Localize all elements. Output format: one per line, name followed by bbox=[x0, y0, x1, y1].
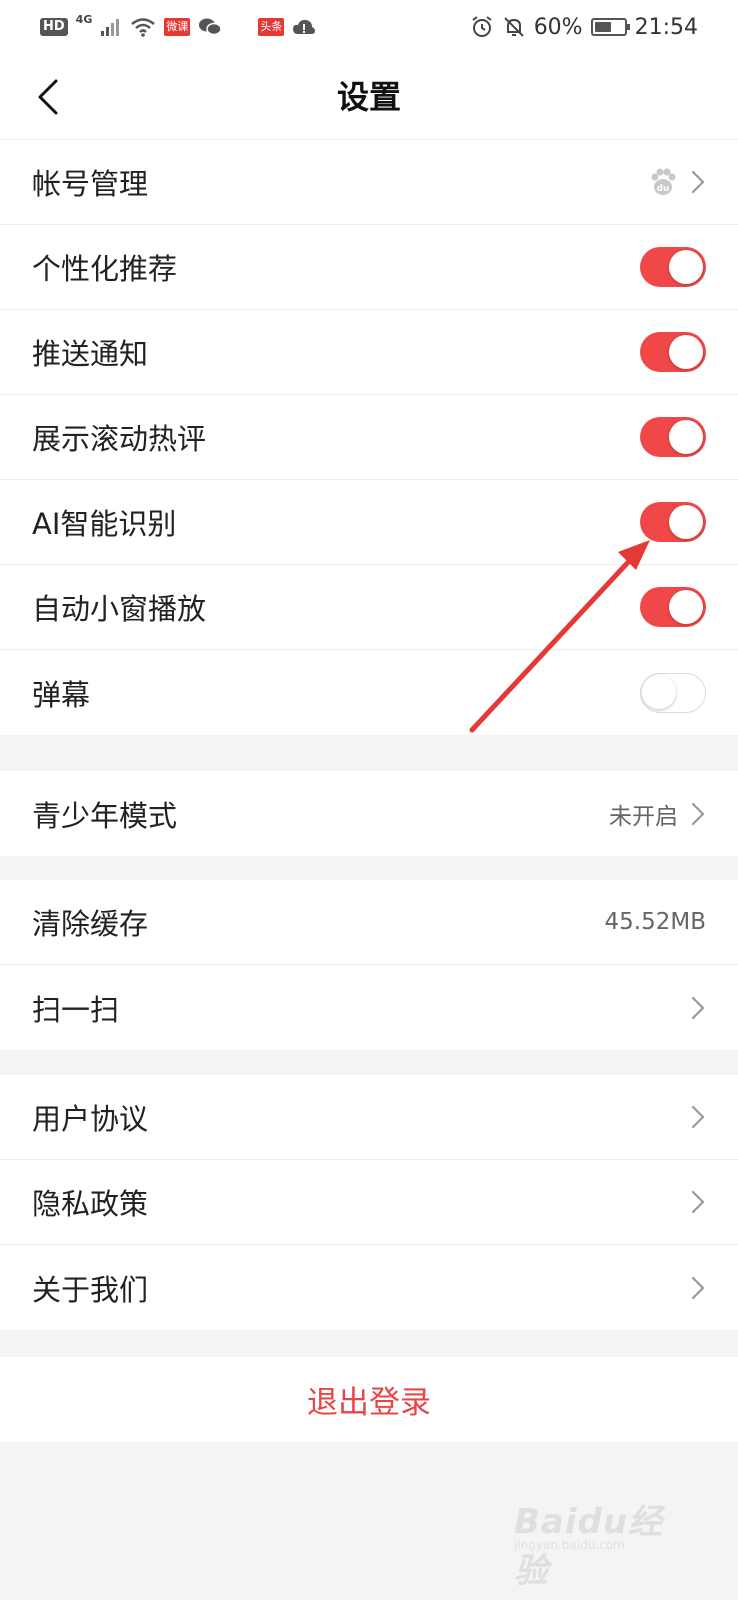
row-right: 45.52MB bbox=[605, 909, 706, 935]
back-arrow-icon bbox=[38, 79, 58, 115]
svg-text:du: du bbox=[657, 184, 670, 194]
account-management-row[interactable]: 帐号管理 du bbox=[0, 140, 738, 225]
row-label: 清除缓存 bbox=[32, 907, 149, 941]
cloud-alert-icon bbox=[293, 19, 316, 34]
scrolling-hot-comments-toggle[interactable] bbox=[640, 417, 706, 457]
toutiao-icon: 头条 bbox=[258, 18, 285, 36]
danmaku-toggle[interactable] bbox=[640, 672, 706, 713]
clock: 21:54 bbox=[634, 14, 698, 40]
mute-bell-icon bbox=[503, 17, 524, 37]
wifi-icon bbox=[131, 18, 156, 37]
chevron-right-icon bbox=[691, 1105, 705, 1129]
back-button[interactable] bbox=[28, 74, 68, 120]
watermark-url: jingyan.baidu.com bbox=[514, 1538, 625, 1552]
row-label: 关于我们 bbox=[32, 1272, 149, 1307]
chevron-right-icon bbox=[691, 802, 705, 825]
chevron-right-icon bbox=[691, 170, 705, 194]
battery-fill bbox=[594, 22, 612, 32]
push-notification-toggle[interactable] bbox=[640, 332, 706, 372]
row-right bbox=[690, 1104, 706, 1130]
row-right bbox=[690, 995, 706, 1021]
row-label: 隐私政策 bbox=[32, 1187, 149, 1221]
scrolling-hot-comments-row: 展示滚动热评 bbox=[0, 395, 738, 480]
row-right: du bbox=[648, 167, 706, 197]
personalized-recommendation-toggle[interactable] bbox=[640, 247, 706, 287]
wechat-icon bbox=[199, 18, 223, 36]
logout-button[interactable]: 退出登录 bbox=[0, 1357, 738, 1442]
scan-row[interactable]: 扫一扫 bbox=[0, 965, 738, 1050]
chevron-right-icon bbox=[691, 1276, 705, 1299]
signal-icon bbox=[101, 19, 120, 36]
network-type: 4G bbox=[75, 12, 93, 26]
privacy-policy-row[interactable]: 隐私政策 bbox=[0, 1160, 738, 1245]
baidu-paw-icon: du bbox=[651, 168, 676, 195]
about-us-row[interactable]: 关于我们 bbox=[0, 1245, 738, 1330]
row-label: 展示滚动热评 bbox=[32, 422, 207, 456]
row-right bbox=[690, 1275, 706, 1301]
row-right: 未开启 bbox=[609, 797, 706, 831]
toggle-knob bbox=[669, 250, 703, 284]
settings-group-about: 用户协议 隐私政策 关于我们 bbox=[0, 1075, 738, 1330]
ai-recognition-row: AI智能识别 bbox=[0, 480, 738, 565]
user-agreement-row[interactable]: 用户协议 bbox=[0, 1075, 738, 1160]
toggle-knob bbox=[669, 590, 703, 624]
battery-icon bbox=[590, 18, 630, 36]
row-label: 青少年模式 bbox=[32, 798, 178, 833]
logout-group: 退出登录 bbox=[0, 1357, 738, 1442]
cache-size: 45.52MB bbox=[604, 909, 706, 935]
clear-cache-row[interactable]: 清除缓存 45.52MB bbox=[0, 880, 738, 965]
baidu-watermark: Baidu经验 jingyan.baidu.com bbox=[514, 1480, 694, 1591]
row-label: 弹幕 bbox=[32, 677, 91, 712]
row-label: 用户协议 bbox=[32, 1102, 149, 1136]
row-label: 帐号管理 bbox=[32, 167, 149, 201]
settings-group-tools: 清除缓存 45.52MB 扫一扫 bbox=[0, 880, 738, 1050]
chevron-right-icon bbox=[691, 1190, 705, 1214]
row-right bbox=[690, 1189, 706, 1215]
settings-group-teen-mode: 青少年模式 未开启 bbox=[0, 771, 738, 856]
auto-mini-window-toggle[interactable] bbox=[640, 587, 706, 627]
teen-mode-status: 未开启 bbox=[609, 803, 678, 830]
alarm-icon bbox=[472, 16, 492, 37]
danmaku-row: 弹幕 bbox=[0, 650, 738, 735]
toggle-knob bbox=[669, 505, 703, 539]
page-title: 设置 bbox=[336, 78, 401, 116]
status-bar-left: HD 4G 微课 头条 bbox=[40, 13, 316, 37]
row-label: AI智能识别 bbox=[32, 507, 177, 541]
toggle-knob bbox=[642, 675, 676, 709]
logout-label: 退出登录 bbox=[307, 1385, 431, 1421]
toggle-knob bbox=[669, 420, 703, 454]
row-label: 个性化推荐 bbox=[32, 252, 178, 286]
settings-group-preferences: 帐号管理 du 个性化推荐 推送通知 展示滚动热评 AI智能识别 自动小窗播放 … bbox=[0, 140, 738, 735]
personalized-recommendation-row: 个性化推荐 bbox=[0, 225, 738, 310]
nav-bar: 设置 bbox=[0, 54, 738, 140]
row-label: 自动小窗播放 bbox=[32, 592, 207, 626]
chevron-right-icon bbox=[691, 996, 705, 1019]
toggle-knob bbox=[669, 335, 703, 369]
push-notification-row: 推送通知 bbox=[0, 310, 738, 395]
teen-mode-row[interactable]: 青少年模式 未开启 bbox=[0, 771, 738, 856]
status-bar-right: 60% 21:54 bbox=[470, 15, 698, 40]
row-label: 推送通知 bbox=[32, 337, 149, 371]
auto-mini-window-row: 自动小窗播放 bbox=[0, 565, 738, 650]
row-label: 扫一扫 bbox=[32, 992, 120, 1027]
hd-indicator: HD bbox=[40, 18, 68, 36]
app-notification-icon: 微课 bbox=[164, 18, 191, 36]
ai-recognition-toggle[interactable] bbox=[640, 502, 706, 542]
status-bar: HD 4G 微课 头条 60% 21:54 bbox=[0, 0, 738, 54]
battery-percent: 60% bbox=[533, 14, 583, 40]
